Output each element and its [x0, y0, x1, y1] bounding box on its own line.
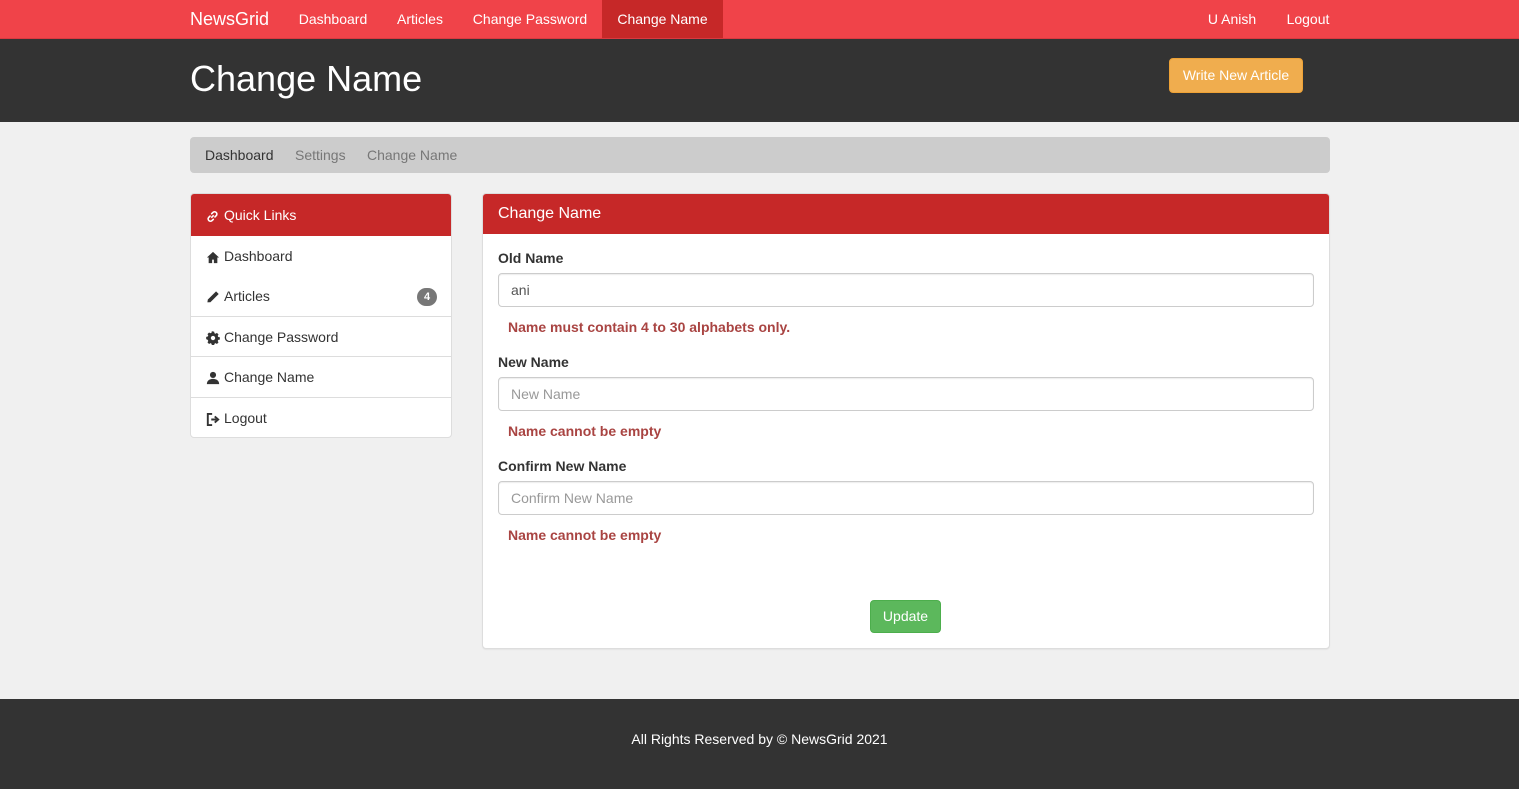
user-icon: [206, 371, 220, 385]
articles-count-badge: 4: [417, 288, 437, 306]
sidebar-item-logout[interactable]: Logout: [191, 397, 451, 437]
sidebar-item-label: Logout: [224, 410, 267, 426]
top-navbar: NewsGrid Dashboard Articles Change Passw…: [0, 0, 1519, 39]
footer-copyright: All Rights Reserved by © NewsGrid 2021: [631, 731, 888, 747]
sidebar-item-articles[interactable]: Articles 4: [191, 276, 451, 316]
new-name-error: Name cannot be empty: [508, 423, 662, 439]
page-footer: All Rights Reserved by © NewsGrid 2021: [0, 699, 1519, 789]
panel-title: Change Name: [483, 194, 1329, 234]
old-name-label: Old Name: [498, 250, 564, 266]
brand-logo[interactable]: NewsGrid: [190, 0, 269, 38]
change-name-panel: Change Name Old Name Name must contain 4…: [482, 193, 1330, 649]
logout-icon: [206, 412, 220, 426]
sidebar-item-label: Articles: [224, 288, 270, 304]
nav-dashboard[interactable]: Dashboard: [286, 0, 380, 38]
new-name-label: New Name: [498, 354, 569, 370]
nav-change-password[interactable]: Change Password: [458, 0, 602, 38]
sidebar-item-change-name[interactable]: Change Name: [191, 356, 451, 396]
old-name-error: Name must contain 4 to 30 alphabets only…: [508, 319, 791, 335]
confirm-name-label: Confirm New Name: [498, 458, 627, 474]
sidebar-item-dashboard[interactable]: Dashboard: [191, 236, 451, 276]
nav-articles[interactable]: Articles: [384, 0, 456, 38]
quick-links-title: Quick Links: [224, 207, 297, 223]
breadcrumb-change-name: Change Name: [367, 147, 458, 163]
sidebar-item-label: Dashboard: [224, 248, 293, 264]
breadcrumb-settings[interactable]: Settings: [295, 137, 346, 173]
nav-change-name[interactable]: Change Name: [602, 0, 723, 38]
page-title: Change Name: [190, 58, 423, 99]
sidebar-item-label: Change Name: [224, 369, 315, 385]
nav-user[interactable]: U Anish: [1194, 0, 1270, 38]
new-name-input[interactable]: [498, 377, 1314, 411]
gear-icon: [206, 331, 220, 346]
home-icon: [206, 251, 220, 264]
write-new-article-button[interactable]: Write New Article: [1169, 58, 1303, 93]
link-icon: [206, 210, 220, 223]
page-header: Change Name Write New Article: [0, 39, 1519, 122]
quick-links-panel: Quick Links Dashboard Articles 4 Change …: [190, 193, 452, 438]
confirm-name-error: Name cannot be empty: [508, 527, 662, 543]
confirm-name-input[interactable]: [498, 481, 1314, 515]
sidebar-item-label: Change Password: [224, 329, 339, 345]
breadcrumb: Dashboard Settings Change Name: [190, 137, 1330, 173]
pencil-icon: [206, 290, 220, 304]
sidebar-item-change-password[interactable]: Change Password: [191, 316, 451, 356]
old-name-input[interactable]: [498, 273, 1314, 307]
update-button[interactable]: Update: [870, 600, 941, 633]
nav-logout[interactable]: Logout: [1272, 0, 1344, 38]
quick-links-header: Quick Links: [191, 194, 451, 236]
breadcrumb-dashboard[interactable]: Dashboard: [205, 137, 274, 173]
